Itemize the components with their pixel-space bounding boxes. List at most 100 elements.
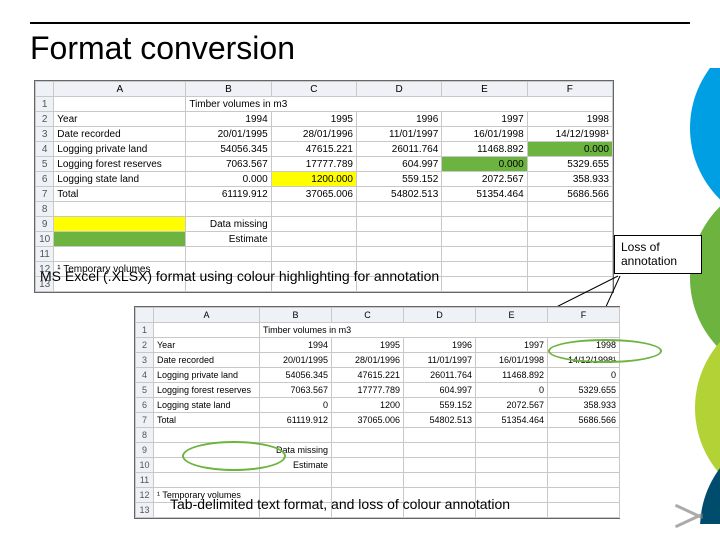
row-number: 7 [36, 187, 54, 202]
cell: 0.000 [527, 142, 612, 157]
cell: 61119.912 [186, 187, 271, 202]
table-row: 2Year19941995199619971998 [136, 338, 620, 353]
row-number: 6 [136, 398, 154, 413]
cell: Data missing [260, 443, 332, 458]
cell [404, 443, 476, 458]
cell: 604.997 [404, 383, 476, 398]
row-number: 5 [36, 157, 54, 172]
row-label: Year [154, 338, 260, 353]
table-row: 3Date recorded20/01/199528/01/199611/01/… [36, 127, 613, 142]
table-row: 6Logging state land01200559.1522072.5673… [136, 398, 620, 413]
callout-loss-of-annotation: Loss of annotation [614, 235, 702, 274]
column-header [36, 82, 54, 97]
cell [527, 247, 612, 262]
cell [356, 217, 441, 232]
column-header: C [271, 82, 356, 97]
row-label [154, 443, 260, 458]
row-label: Date recorded [154, 353, 260, 368]
cell [548, 488, 620, 503]
caption-excel: MS Excel (.XLSX) format using colour hig… [40, 268, 439, 284]
column-header: A [154, 308, 260, 323]
cell: Data missing [186, 217, 271, 232]
cell: 559.152 [404, 398, 476, 413]
cell: 37065.006 [271, 187, 356, 202]
cell: 16/01/1998 [442, 127, 527, 142]
cell [476, 443, 548, 458]
row-number: 8 [136, 428, 154, 443]
cell [527, 202, 612, 217]
cell: Timber volumes in m3 [186, 97, 613, 112]
cell [332, 458, 404, 473]
cell [404, 458, 476, 473]
cell [548, 458, 620, 473]
cell: 20/01/1995 [260, 353, 332, 368]
cell: 0.000 [186, 172, 271, 187]
cell: 1996 [356, 112, 441, 127]
cell [271, 217, 356, 232]
row-label [154, 473, 260, 488]
cell: 0 [260, 398, 332, 413]
caption-text: Tab-delimited text format, and loss of c… [170, 496, 510, 512]
cell: 17777.789 [332, 383, 404, 398]
column-header: B [260, 308, 332, 323]
cell [527, 232, 612, 247]
table-row: 9Data missing [36, 217, 613, 232]
table-row: 4Logging private land54056.34547615.2212… [36, 142, 613, 157]
cell: 54056.345 [260, 368, 332, 383]
row-number: 4 [36, 142, 54, 157]
row-number: 11 [136, 473, 154, 488]
row-number: 10 [36, 232, 54, 247]
cell: 1998 [527, 112, 612, 127]
page-title: Format conversion [30, 30, 295, 67]
row-label [154, 323, 260, 338]
cell: 0.000 [442, 157, 527, 172]
cell: 5329.655 [527, 157, 612, 172]
cell: 358.933 [527, 172, 612, 187]
cell: 26011.764 [356, 142, 441, 157]
cell: 2072.567 [476, 398, 548, 413]
row-label [154, 458, 260, 473]
cell [527, 277, 612, 292]
row-number: 1 [36, 97, 54, 112]
table-row: 11 [136, 473, 620, 488]
cell [356, 202, 441, 217]
row-label [54, 97, 186, 112]
row-number: 7 [136, 413, 154, 428]
cell: 11/01/1997 [404, 353, 476, 368]
cell: 54802.513 [356, 187, 441, 202]
cell: 20/01/1995 [186, 127, 271, 142]
cell: 1994 [260, 338, 332, 353]
cell [260, 473, 332, 488]
cell [527, 217, 612, 232]
row-label: Logging forest reserves [54, 157, 186, 172]
row-label [54, 232, 186, 247]
column-header: F [548, 308, 620, 323]
cell [548, 428, 620, 443]
cell: 28/01/1996 [271, 127, 356, 142]
column-header: E [442, 82, 527, 97]
cell [548, 473, 620, 488]
cell: 5329.655 [548, 383, 620, 398]
cell: 1998 [548, 338, 620, 353]
table-row: 11 [36, 247, 613, 262]
cell: 1995 [271, 112, 356, 127]
cell [271, 247, 356, 262]
cell: 1996 [404, 338, 476, 353]
row-number: 2 [136, 338, 154, 353]
cell: 28/01/1996 [332, 353, 404, 368]
row-number: 3 [136, 353, 154, 368]
table-row: 4Logging private land54056.34547615.2212… [136, 368, 620, 383]
cell [356, 247, 441, 262]
row-label: Logging private land [154, 368, 260, 383]
cell [332, 443, 404, 458]
table-row: 8 [136, 428, 620, 443]
column-header: A [54, 82, 186, 97]
table-row: 10Estimate [136, 458, 620, 473]
row-label [154, 428, 260, 443]
cell: 1995 [332, 338, 404, 353]
cell: 51354.464 [442, 187, 527, 202]
cell: 17777.789 [271, 157, 356, 172]
cell [548, 443, 620, 458]
row-label [54, 217, 186, 232]
column-header: B [186, 82, 271, 97]
